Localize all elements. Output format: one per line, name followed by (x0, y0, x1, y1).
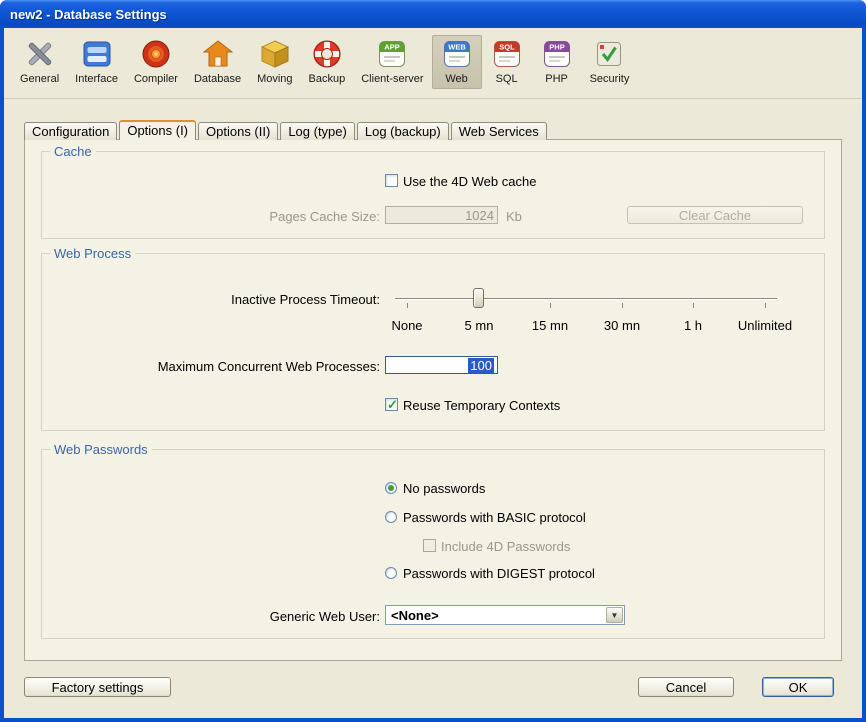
ok-button[interactable]: OK (762, 677, 834, 697)
toolbar-item-client-server[interactable]: APP Client-server (353, 35, 431, 89)
toolbar-item-backup[interactable]: Backup (301, 35, 354, 89)
toolbar-item-label: General (20, 73, 59, 85)
tab-log-type[interactable]: Log (type) (280, 122, 355, 140)
web-process-group-title: Web Process (50, 246, 135, 261)
cache-size-unit-label: Kb (506, 209, 522, 224)
cancel-button[interactable]: Cancel (638, 677, 734, 697)
slider-tick-label: Unlimited (738, 318, 792, 333)
php-badge-icon: PHP (541, 38, 573, 70)
slider-tick-label: 5 mn (465, 318, 494, 333)
tab-web-services[interactable]: Web Services (451, 122, 547, 140)
slider-tick (550, 303, 551, 308)
svg-text:APP: APP (385, 43, 400, 52)
svg-text:PHP: PHP (549, 43, 564, 52)
house-icon (202, 38, 234, 70)
content-panel: Cache Use the 4D Web cache Pages Cache S… (24, 139, 842, 661)
no-passwords-label: No passwords (403, 481, 485, 496)
max-concurrent-input[interactable]: 100 (385, 356, 498, 374)
slider-tick-label: 1 h (684, 318, 702, 333)
tab-options-1[interactable]: Options (I) (119, 120, 196, 140)
compiler-wheel-icon (140, 38, 172, 70)
generic-web-user-label: Generic Web User: (42, 609, 380, 624)
toolbar-item-label: Database (194, 73, 241, 85)
pages-cache-size-label: Pages Cache Size: (42, 209, 380, 224)
pages-cache-size-value: 1024 (465, 208, 494, 223)
toolbar-item-label: Web (445, 73, 467, 85)
slider-tick-label: 15 mn (532, 318, 568, 333)
reuse-contexts-label: Reuse Temporary Contexts (403, 398, 560, 413)
no-passwords-radio[interactable] (385, 482, 397, 494)
slider-tick-label: 30 mn (604, 318, 640, 333)
monitor-icon (81, 38, 113, 70)
tab-strip: Configuration Options (I) Options (II) L… (24, 120, 549, 140)
svg-text:SQL: SQL (499, 43, 515, 52)
toolbar-item-php[interactable]: PHP PHP (532, 35, 582, 89)
clear-cache-button[interactable]: Clear Cache (627, 206, 803, 224)
toolbar-item-label: SQL (496, 73, 518, 85)
reuse-contexts-checkbox[interactable] (385, 398, 398, 411)
generic-web-user-select[interactable]: <None> ▼ (385, 605, 625, 625)
generic-web-user-value: <None> (391, 608, 439, 623)
slider-track[interactable] (395, 298, 777, 300)
toolbar-item-moving[interactable]: Moving (249, 35, 300, 89)
toolbar-item-web[interactable]: WEB Web (432, 35, 482, 89)
include-4d-passwords-label: Include 4D Passwords (441, 539, 570, 554)
dropdown-button[interactable]: ▼ (606, 607, 623, 623)
toolbar-item-label: PHP (545, 73, 568, 85)
web-passwords-group-title: Web Passwords (50, 442, 152, 457)
cache-group-title: Cache (50, 144, 96, 159)
tab-options-2[interactable]: Options (II) (198, 122, 278, 140)
toolbar-item-label: Moving (257, 73, 292, 85)
slider-tick (407, 303, 408, 308)
web-process-group: Web Process Inactive Process Timeout: No… (41, 253, 825, 431)
svg-text:WEB: WEB (448, 43, 466, 52)
toolbar-item-general[interactable]: General (12, 35, 67, 89)
digest-protocol-label: Passwords with DIGEST protocol (403, 566, 595, 581)
basic-protocol-label: Passwords with BASIC protocol (403, 510, 586, 525)
digest-protocol-radio[interactable] (385, 567, 397, 579)
toolbar-item-sql[interactable]: SQL SQL (482, 35, 532, 89)
tab-configuration[interactable]: Configuration (24, 122, 117, 140)
security-check-icon (593, 38, 625, 70)
use-web-cache-checkbox[interactable] (385, 174, 398, 187)
toolbar-item-database[interactable]: Database (186, 35, 249, 89)
basic-protocol-radio[interactable] (385, 511, 397, 523)
sql-badge-icon: SQL (491, 38, 523, 70)
web-passwords-group: Web Passwords No passwords Passwords wit… (41, 449, 825, 639)
app-badge-icon: APP (376, 38, 408, 70)
toolbar-item-label: Security (590, 73, 630, 85)
max-concurrent-value: 100 (468, 358, 494, 373)
pages-cache-size-input[interactable]: 1024 (385, 206, 498, 224)
inactive-timeout-slider[interactable]: None 5 mn 15 mn 30 mn 1 h Unlimited (395, 282, 777, 334)
toolbar-item-label: Interface (75, 73, 118, 85)
tab-log-backup[interactable]: Log (backup) (357, 122, 449, 140)
toolbar-item-interface[interactable]: Interface (67, 35, 126, 89)
inactive-timeout-label: Inactive Process Timeout: (42, 292, 380, 307)
slider-tick (693, 303, 694, 308)
slider-thumb[interactable] (473, 288, 484, 308)
wrench-screwdriver-icon (24, 38, 56, 70)
dialog-body: General Interface (4, 28, 862, 718)
database-settings-window: new2 - Database Settings General (0, 0, 866, 722)
slider-tick (622, 303, 623, 308)
package-box-icon (259, 38, 291, 70)
lifebuoy-icon (311, 38, 343, 70)
max-concurrent-label: Maximum Concurrent Web Processes: (42, 359, 380, 374)
slider-tick (765, 303, 766, 308)
toolbar-item-label: Compiler (134, 73, 178, 85)
toolbar-item-label: Client-server (361, 73, 423, 85)
slider-tick-label: None (391, 318, 422, 333)
window-title: new2 - Database Settings (10, 7, 167, 22)
include-4d-passwords-checkbox[interactable] (423, 539, 436, 552)
toolbar-item-security[interactable]: Security (582, 35, 638, 89)
title-bar[interactable]: new2 - Database Settings (0, 0, 866, 28)
chevron-down-icon: ▼ (611, 611, 619, 620)
use-web-cache-label: Use the 4D Web cache (403, 174, 536, 189)
toolbar-item-compiler[interactable]: Compiler (126, 35, 186, 89)
cache-group: Cache Use the 4D Web cache Pages Cache S… (41, 151, 825, 239)
toolbar: General Interface (4, 30, 862, 99)
factory-settings-button[interactable]: Factory settings (24, 677, 171, 697)
toolbar-item-label: Backup (309, 73, 346, 85)
web-badge-icon: WEB (441, 38, 473, 70)
